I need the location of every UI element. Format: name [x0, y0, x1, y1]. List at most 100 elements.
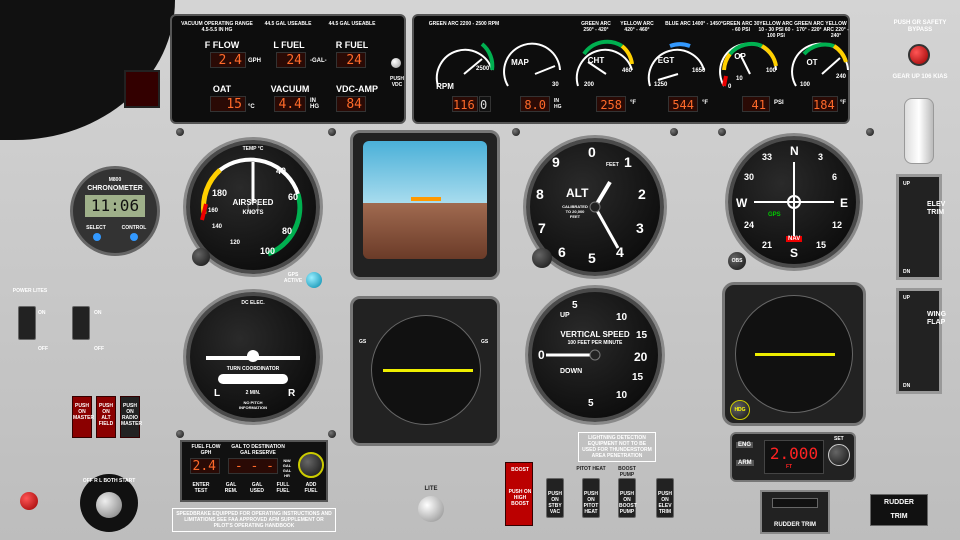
gear-bypass-button[interactable] — [908, 44, 930, 66]
stby-vac-switch[interactable]: PUSH ON STBY VAC — [546, 478, 564, 518]
power-switch-2[interactable] — [72, 306, 90, 340]
rudder-trim-placard: RUDDER TRIM — [870, 494, 928, 526]
alerter-eng[interactable]: ENG — [736, 442, 754, 448]
alerter-knob[interactable] — [828, 444, 850, 466]
hsi: GS GS — [350, 296, 500, 446]
gear-bypass-label: PUSH GR SAFETY BYPASS — [893, 20, 947, 33]
rpm-max: 2500 — [476, 66, 490, 72]
cht-label: CHT — [587, 56, 605, 65]
power-switch-1[interactable] — [18, 306, 36, 340]
fflow-label: F FLOW — [204, 40, 240, 50]
gear-warn-label: GEAR UP 106 KIAS — [892, 74, 948, 80]
op-gauge — [719, 42, 778, 87]
screw — [328, 128, 336, 136]
alt-field-switch[interactable]: PUSH ON ALT FIELD — [96, 396, 116, 438]
screw — [866, 128, 874, 136]
lfuel-unit: -GAL- — [310, 58, 327, 64]
hsi-cdi — [383, 369, 473, 372]
altimeter-knob[interactable] — [532, 248, 552, 268]
lite-knob[interactable] — [418, 496, 444, 522]
flap-dn: DN — [903, 383, 911, 389]
op-display: 41 — [742, 96, 770, 112]
egt-max: 1650 — [692, 68, 706, 74]
asi-tick-40: 40 — [276, 166, 287, 176]
chrono-display: 11:06 — [85, 195, 145, 217]
tc-nopitch: NO PITCH INFORMATION — [239, 400, 267, 410]
pitot-heat-label: PUSH ON PITOT HEAT — [583, 491, 599, 515]
gps-active-button[interactable] — [306, 272, 322, 288]
dg-label-11: 33 — [762, 152, 773, 162]
ot-display: 184 — [812, 96, 838, 112]
oat-display: 15 — [210, 96, 246, 112]
rfuel-display: 24 — [336, 52, 366, 68]
alerter-arm[interactable]: ARM — [736, 460, 754, 466]
radio-master-switch[interactable]: PUSH ON RADIO MASTER — [120, 396, 142, 438]
fc-used-label[interactable]: GAL USED — [246, 482, 268, 494]
flap-up: UP — [903, 295, 910, 301]
dg-label-4: 12 — [832, 220, 843, 230]
fc-full-label[interactable]: FULL FUEL — [272, 482, 294, 494]
rudder-trim-indicator[interactable]: RUDDER TRIM — [760, 490, 830, 534]
fc-ff-display: 2.4 — [190, 458, 220, 474]
ot-min: 100 — [800, 82, 811, 88]
power-lites-label: POWER LITES — [12, 288, 48, 294]
op-mid: 10 — [736, 76, 743, 82]
alerter-display: 2.000 — [764, 440, 824, 474]
fc-side-label: NM/ GAL GAL HR — [282, 458, 292, 478]
fc-rem-label[interactable]: GAL REM. — [220, 482, 242, 494]
fuel-left-header: 44.5 GAL USEABLE — [264, 21, 312, 27]
fc-enter-label[interactable]: ENTER TEST — [190, 482, 212, 494]
fc-add-label[interactable]: ADD FUEL — [300, 482, 322, 494]
screw — [718, 128, 726, 136]
alt-digit-0: 0 — [588, 144, 596, 160]
vacuum-range-header: VACUUM OPERATING RANGE 4.5-5.5 IN HG — [181, 21, 253, 33]
altitude-alerter: ENG ARM 2.000 FT SET — [730, 432, 856, 482]
high-boost-switch[interactable]: BOOST PUSH ON HIGH BOOST — [505, 462, 533, 526]
master-switch[interactable]: PUSH ON MASTER — [72, 396, 94, 438]
alt-feet: FEET — [606, 162, 619, 168]
elev-trim-sw-label: PUSH ON ELEV TRIM — [658, 491, 672, 515]
attitude-aircraft-symbol — [411, 197, 441, 201]
attitude-sky — [363, 141, 487, 203]
screw — [176, 128, 184, 136]
asi-tick-180: 180 — [212, 188, 228, 198]
tc-label: TURN COORDINATOR — [226, 366, 280, 372]
vsi-sub: 100 FEET PER MINUTE — [567, 340, 623, 346]
magneto-switch[interactable]: OFF R L BOTH START — [80, 474, 138, 532]
asi-knob[interactable] — [192, 248, 210, 266]
lfuel-label: L FUEL — [273, 40, 305, 50]
turn-coordinator: DC ELEC. TURN COORDINATOR L R 2 MIN. NO … — [186, 292, 320, 422]
dg-label-5: 15 — [816, 240, 827, 250]
fc-knob[interactable] — [298, 452, 324, 478]
elev-trim-indicator: UP DN ELEV TRIM — [896, 174, 945, 280]
rpm-display: 116 — [452, 96, 478, 112]
vdc-display: 84 — [336, 96, 366, 112]
chrono-model: M800 — [108, 177, 122, 183]
pitot-heat-switch[interactable]: PUSH ON PITOT HEAT — [582, 478, 600, 518]
hsi-gs-right: GS — [481, 339, 489, 345]
gps-active-label: GPS ACTIVE — [283, 272, 303, 284]
push-vdc-button[interactable] — [391, 58, 401, 68]
vsi-tick-up-10: 10 — [616, 312, 628, 323]
egt-label: EGT — [657, 56, 675, 65]
vsi-tick-up-15: 15 — [636, 330, 648, 341]
chrono-select-button[interactable] — [93, 233, 101, 241]
asi-tick-140: 140 — [212, 224, 223, 230]
op-label: OP — [734, 52, 746, 61]
wing-flap-label: WING FLAP — [927, 311, 947, 326]
gear-handle[interactable] — [904, 98, 934, 164]
engine-monitor-left: VACUUM OPERATING RANGE 4.5-5.5 IN HG 44.… — [170, 14, 406, 124]
vsi-tick-dn-15: 15 — [632, 372, 644, 383]
vacuum-unit: IN HG — [310, 98, 319, 110]
boost-pump-switch[interactable]: PUSH ON BOOST PUMP — [618, 478, 637, 518]
chrono-control-button[interactable] — [130, 233, 138, 241]
elev-trim-switch[interactable]: PUSH ON ELEV TRIM — [656, 478, 674, 518]
screw — [176, 430, 184, 438]
alt-digit-3: 3 — [636, 220, 644, 236]
rudder-label2: TRIM — [890, 513, 908, 520]
airspeed-dial — [200, 157, 303, 257]
alerter-set: SET — [834, 436, 844, 442]
alerter-unit: FT — [786, 464, 793, 470]
asi-units: KNOTS — [242, 210, 264, 216]
wing-flap-indicator: UP DN WING FLAP — [896, 288, 947, 394]
